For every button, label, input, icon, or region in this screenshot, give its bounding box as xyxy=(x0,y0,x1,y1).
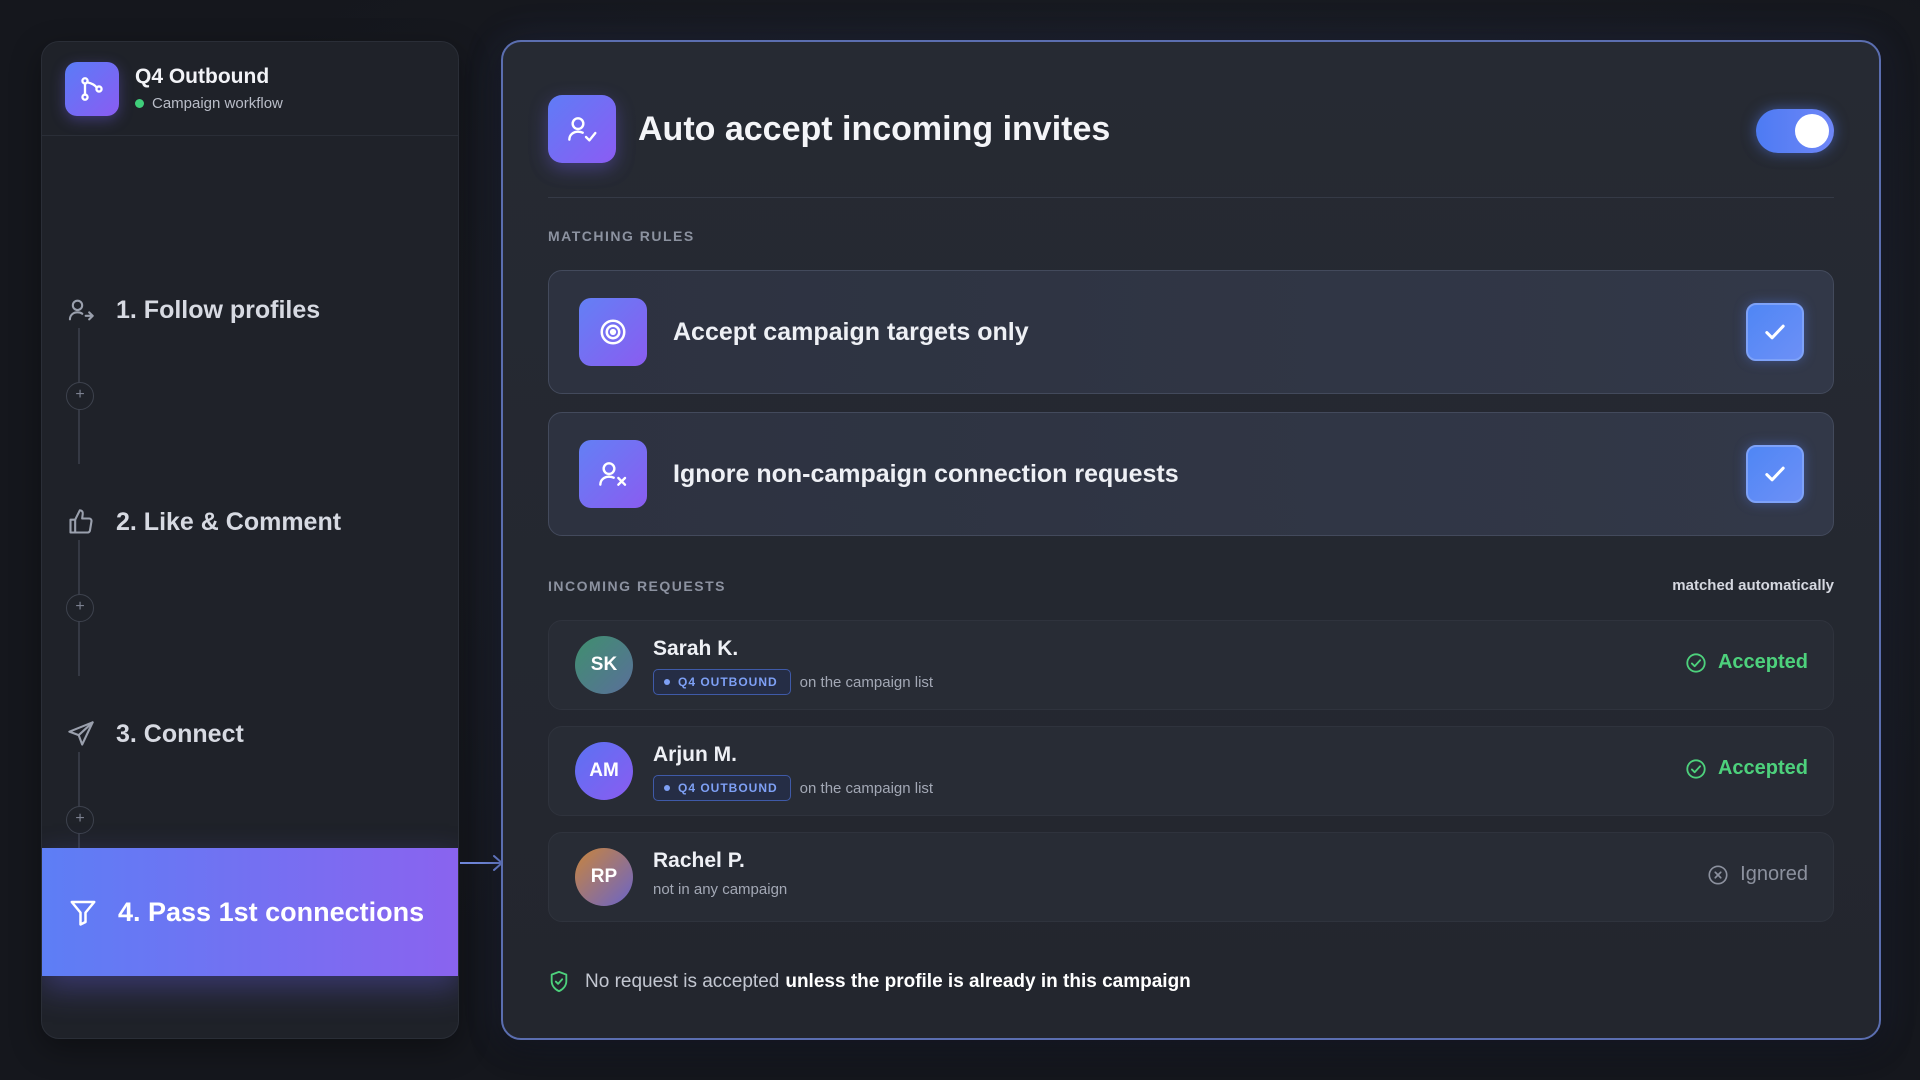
status-accepted: Accepted xyxy=(1685,757,1808,780)
request-row[interactable]: AM Arjun M. Q4 OUTBOUND on the campaign … xyxy=(548,726,1834,816)
request-row[interactable]: RP Rachel P. not in any campaign Ignored xyxy=(548,832,1834,922)
workflow-sidebar: Q4 Outbound Campaign workflow 1. Follow … xyxy=(41,41,459,1039)
step-settings-panel: Auto accept incoming invites MATCHING RU… xyxy=(501,40,1881,1040)
rule-checkbox[interactable] xyxy=(1746,303,1804,361)
panel-header: Auto accept incoming invites xyxy=(548,94,1834,164)
matched-automatically-note: matched automatically xyxy=(1672,577,1834,594)
incoming-requests-label: INCOMING REQUESTS xyxy=(548,578,726,594)
workflow-title: Q4 Outbound xyxy=(135,65,270,88)
check-circle-icon xyxy=(1685,758,1707,780)
auto-accept-toggle[interactable] xyxy=(1756,109,1834,153)
avatar: AM xyxy=(575,742,633,800)
shield-check-icon xyxy=(548,970,570,994)
step-connect[interactable]: 3. Connect xyxy=(42,716,458,752)
thumbs-up-icon xyxy=(66,507,96,537)
check-icon xyxy=(1765,324,1785,340)
status-accepted: Accepted xyxy=(1685,651,1808,674)
step-label: 4. Pass 1st connections xyxy=(118,896,425,927)
user-follow-icon xyxy=(66,295,96,325)
step-label: 1. Follow profiles xyxy=(116,295,321,324)
request-row[interactable]: SK Sarah K. Q4 OUTBOUND on the campaign … xyxy=(548,620,1834,710)
footer-note: No request is accepted unless the profil… xyxy=(548,970,1191,994)
request-name: Arjun M. xyxy=(653,743,737,766)
request-note: on the campaign list xyxy=(799,779,934,797)
flow-arrow-icon xyxy=(460,855,503,871)
send-icon xyxy=(66,719,96,749)
campaign-tag: Q4 OUTBOUND xyxy=(653,775,791,801)
add-step-button[interactable]: + xyxy=(66,382,94,410)
footer-text-bold: unless the profile is already in this ca… xyxy=(785,971,1191,992)
user-check-icon xyxy=(548,95,616,163)
rule-label: Accept campaign targets only xyxy=(673,317,1029,346)
request-note: not in any campaign xyxy=(653,881,788,898)
app-stage: Q4 Outbound Campaign workflow 1. Follow … xyxy=(0,0,1920,1080)
avatar: RP xyxy=(575,848,633,906)
step-like-comment[interactable]: 2. Like & Comment xyxy=(42,504,458,540)
request-name: Sarah K. xyxy=(653,637,739,660)
avatar: SK xyxy=(575,636,633,694)
request-note: on the campaign list xyxy=(799,673,934,691)
workflow-header: Q4 Outbound Campaign workflow xyxy=(42,42,458,136)
header-divider xyxy=(548,197,1834,198)
status-ignored: Ignored xyxy=(1707,863,1808,886)
panel-title: Auto accept incoming invites xyxy=(638,109,1111,148)
x-circle-icon xyxy=(1707,864,1729,886)
target-icon xyxy=(579,298,647,366)
workflow-subtitle: Campaign workflow xyxy=(152,95,283,112)
rule-label: Ignore non-campaign connection requests xyxy=(673,459,1179,488)
rule-checkbox[interactable] xyxy=(1746,445,1804,503)
request-name: Rachel P. xyxy=(653,849,745,872)
campaign-tag: Q4 OUTBOUND xyxy=(653,669,791,695)
step-label: 3. Connect xyxy=(116,719,244,748)
step-pass-1st-connections[interactable]: 4. Pass 1st connections xyxy=(42,848,458,976)
status-dot xyxy=(135,99,144,108)
check-circle-icon xyxy=(1685,652,1707,674)
rule-accept-campaign-targets[interactable]: Accept campaign targets only xyxy=(548,270,1834,394)
user-x-icon xyxy=(579,440,647,508)
footer-text-regular: No request is accepted xyxy=(585,971,780,992)
matching-rules-label: MATCHING RULES xyxy=(548,228,695,244)
step-label: 2. Like & Comment xyxy=(116,507,342,536)
rule-ignore-non-campaign[interactable]: Ignore non-campaign connection requests xyxy=(548,412,1834,536)
step-follow-profiles[interactable]: 1. Follow profiles xyxy=(42,292,458,328)
check-icon xyxy=(1765,466,1785,482)
add-step-button[interactable]: + xyxy=(66,806,94,834)
workflow-icon xyxy=(65,61,119,116)
filter-icon xyxy=(68,897,98,927)
add-step-button[interactable]: + xyxy=(66,594,94,622)
toggle-knob xyxy=(1795,114,1829,148)
